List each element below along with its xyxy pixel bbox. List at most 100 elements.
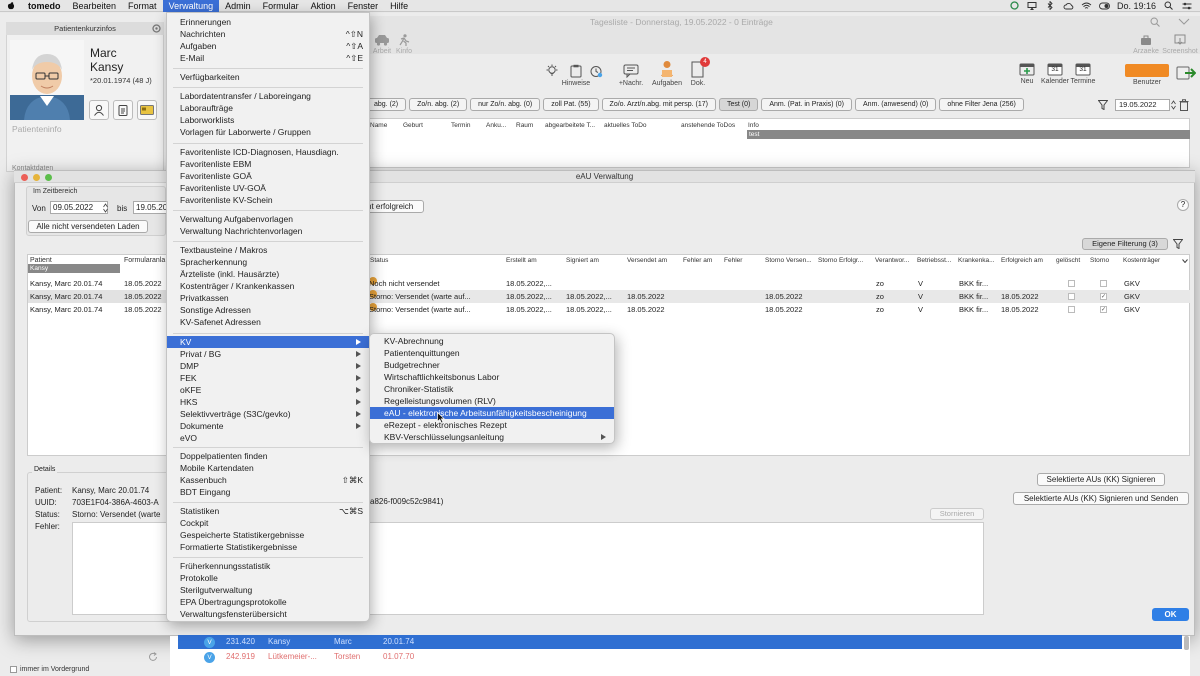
detail-text-area[interactable] [366, 522, 984, 615]
col-formularanlage[interactable]: Formularanla [124, 257, 165, 264]
toolbar-termine-button[interactable]: 31 Termine [1068, 62, 1098, 85]
col-krankenkasse[interactable]: Krankenka... [958, 257, 995, 264]
tab-test[interactable]: Test (0) [718, 98, 759, 111]
menu-item[interactable]: Doppelpatienten finden [167, 450, 369, 462]
col-name[interactable]: Name [370, 122, 387, 129]
menu-item[interactable]: Protokolle [167, 572, 369, 584]
menu-item[interactable]: BDT Eingang [167, 486, 369, 498]
menu-item[interactable]: FEK [167, 372, 369, 384]
toolbar-aufgaben-button[interactable]: Aufgaben [650, 60, 684, 87]
menu-item[interactable]: Mobile Kartendaten [167, 462, 369, 474]
col-versendet-am[interactable]: Versendet am [627, 257, 667, 264]
menu-item[interactable]: Verfügbarkeiten [167, 71, 369, 83]
menu-item[interactable]: DMP [167, 360, 369, 372]
tab-anm-pat-in-praxis[interactable]: Anm. (Pat. in Praxis) (0) [761, 98, 853, 111]
tagesliste-date-field[interactable]: 19.05.2022 [1115, 99, 1170, 111]
alle-nicht-versendeten-laden-button[interactable]: Alle nicht versendeten Laden [28, 220, 148, 233]
menu-item[interactable]: Favoritenliste KV-Schein [167, 194, 369, 206]
col-geloescht[interactable]: gelöscht [1056, 257, 1080, 264]
menu-item[interactable]: eVO [167, 432, 369, 444]
geloescht-checkbox[interactable] [1068, 293, 1075, 300]
col-info[interactable]: Info [748, 122, 759, 129]
apple-menu-icon[interactable] [0, 1, 22, 10]
menu-item[interactable]: Favoritenliste UV-GOÄ [167, 182, 369, 194]
storno-checkbox[interactable] [1100, 280, 1107, 287]
patient-clipboard-button[interactable] [113, 100, 133, 120]
col-fehler-am[interactable]: Fehler am [683, 257, 712, 264]
submenu-item[interactable]: Wirtschaftlichkeitsbonus Labor [370, 371, 614, 383]
table-row[interactable]: Storno: Versendet (warte auf... 18.05.20… [366, 303, 1190, 316]
storno-checkbox[interactable]: ✓ [1100, 293, 1107, 300]
menu-item[interactable]: Selektivverträge (S3C/gevko) [167, 408, 369, 420]
menu-item[interactable]: Aufgaben ^⇧A [167, 40, 369, 52]
menu-fenster[interactable]: Fenster [342, 0, 385, 12]
patient-card-button[interactable] [137, 100, 157, 120]
toolbar-expand-icon[interactable] [1178, 18, 1190, 26]
col-storno-erfolgreich[interactable]: Storno Erfolgr... [818, 257, 863, 264]
tab-zo-o-arzt[interactable]: Zo/o. Arzt/n.abg. mit persp. (17) [601, 98, 716, 111]
menu-item[interactable]: Privatkassen [167, 292, 369, 304]
submenu-item[interactable]: Budgetrechner [370, 359, 614, 371]
col-geburt[interactable]: Geburt [403, 122, 423, 129]
logout-icon[interactable] [1176, 66, 1196, 80]
tabs-filter-icon[interactable] [1098, 100, 1108, 110]
menu-item[interactable]: KV-Safenet Adressen [167, 316, 369, 328]
bottom-list-scrollbar[interactable] [1184, 636, 1189, 650]
status-circle-icon[interactable] [1009, 1, 1020, 10]
list-item[interactable]: Kansy, Marc 20.01.74 18.05.2022 [28, 303, 167, 316]
tab-nur-zo-n-abg[interactable]: nur Zo/n. abg. (0) [470, 98, 541, 111]
menu-item[interactable]: Verwaltung Nachrichtenvorlagen [167, 225, 369, 237]
bluetooth-icon[interactable] [1045, 1, 1056, 10]
toolbar-nachr-button[interactable]: +Nachr. [616, 64, 646, 87]
col-abgearbeitete-todos[interactable]: abgearbeitete T... [545, 122, 595, 129]
menu-item[interactable]: HKS [167, 396, 369, 408]
menu-item[interactable]: Kostenträger / Krankenkassen [167, 280, 369, 292]
toolbar-alarm-button[interactable] [588, 64, 604, 80]
list-item[interactable]: Kansy, Marc 20.01.74 18.05.2022 [28, 277, 167, 290]
info-filter-chip[interactable]: test [747, 130, 1190, 139]
menu-item[interactable]: Nachrichten ^⇧N [167, 28, 369, 40]
menu-item[interactable]: Cockpit [167, 517, 369, 529]
submenu-item[interactable]: eAU - elektronische Arbeitsunfähigkeitsb… [370, 407, 614, 419]
menu-item[interactable]: Verwaltungsfensterübersicht [167, 608, 369, 620]
submenu-item[interactable]: Patientenquittungen [370, 347, 614, 359]
toolbar-search-icon[interactable] [1150, 17, 1160, 27]
col-kostentraeger[interactable]: Kostenträger [1123, 257, 1160, 264]
menu-format[interactable]: Format [122, 0, 163, 12]
menu-item[interactable]: Dokumente [167, 420, 369, 432]
menu-item[interactable]: EPA Übertragungsprotokolle [167, 596, 369, 608]
submenu-item[interactable]: KBV-Verschlüsselungsanleitung [370, 431, 614, 443]
menu-item[interactable]: Privat / BG [167, 348, 369, 360]
toolbar-arbeit-button[interactable]: Arbeit [372, 34, 392, 55]
airplay-icon[interactable] [1027, 1, 1038, 10]
au-filter-icon[interactable] [1173, 239, 1183, 249]
table-row[interactable]: V 231.420 Kansy Marc 20.01.74 [178, 635, 1182, 649]
col-aktuelles-todo[interactable]: aktuelles ToDo [604, 122, 647, 129]
col-verantwortlich[interactable]: Verantwor... [875, 257, 909, 264]
col-storno[interactable]: Storno [1090, 257, 1109, 264]
col-raum[interactable]: Raum [516, 122, 533, 129]
menu-item[interactable]: Erinnerungen [167, 16, 369, 28]
menu-item[interactable]: Kassenbuch ⇧⌘K [167, 474, 369, 486]
fehler-text-area[interactable] [72, 522, 172, 615]
menu-item[interactable]: Ärzteliste (inkl. Hausärzte) [167, 268, 369, 280]
menu-admin[interactable]: Admin [219, 0, 257, 12]
col-ankunft[interactable]: Anku... [486, 122, 506, 129]
date-stepper-icon[interactable] [1171, 100, 1176, 110]
submenu-item[interactable]: Chroniker-Statistik [370, 383, 614, 395]
tab-ohne-filter-jena[interactable]: ohne Filter Jena (256) [939, 98, 1024, 111]
col-betriebsstaette[interactable]: Betriebsst... [917, 257, 951, 264]
col-anstehende-todos[interactable]: anstehende ToDos [681, 122, 735, 129]
table-row[interactable]: V 242.919 Lütkemeier-... Torsten 01.07.7… [178, 650, 1182, 664]
wifi-icon[interactable] [1081, 2, 1092, 10]
submenu-item[interactable]: KV-Abrechnung [370, 335, 614, 347]
menu-app-name[interactable]: tomedo [22, 0, 67, 12]
eigene-filterung-button[interactable]: Eigene Filterung (3) [1082, 238, 1168, 250]
menu-formular[interactable]: Formular [257, 0, 305, 12]
control-center-icon[interactable] [1181, 2, 1192, 10]
menu-item[interactable]: KV [167, 336, 369, 348]
patient-filter-chip[interactable]: Kansy [28, 264, 120, 273]
toolbar-neu-button[interactable]: Neu [1016, 62, 1038, 85]
von-date-input[interactable]: 09.05.2022 [50, 201, 108, 214]
menu-item[interactable]: Statistiken ⌥⌘S [167, 505, 369, 517]
